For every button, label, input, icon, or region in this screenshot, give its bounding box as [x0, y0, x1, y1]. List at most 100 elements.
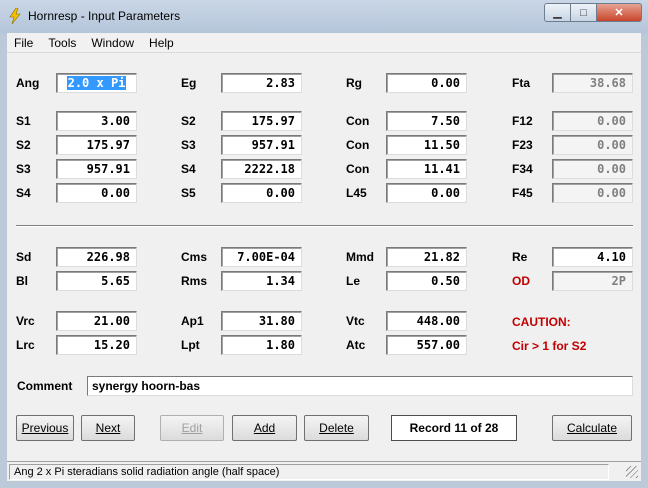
param-label-sd: Sd [16, 250, 32, 264]
resize-grip-icon[interactable] [626, 466, 638, 478]
param-input-lpt[interactable]: 1.80 [221, 335, 302, 355]
param-input-rg[interactable]: 0.00 [386, 73, 467, 93]
param-label-atc: Atc [346, 338, 366, 352]
status-text: Ang 2 x Pi steradians solid radiation an… [9, 464, 609, 480]
param-input-s4[interactable]: 2222.18 [221, 159, 302, 179]
param-input-od[interactable]: 2P [552, 271, 633, 291]
param-label-s5: S5 [181, 186, 196, 200]
menu-bar: File Tools Window Help [7, 33, 641, 53]
param-label-s4: S4 [16, 186, 31, 200]
param-label-lrc: Lrc [16, 338, 35, 352]
param-label-re: Re [512, 250, 528, 264]
menu-file[interactable]: File [7, 36, 41, 50]
param-label-s3: S3 [181, 138, 196, 152]
param-label-l45: L45 [346, 186, 367, 200]
maximize-button[interactable]: □ [571, 3, 597, 22]
hornresp-lightning-icon [9, 8, 21, 24]
param-label-con: Con [346, 114, 370, 128]
param-input-ang[interactable]: 2.0 x Pi [56, 73, 137, 93]
param-label-ap1: Ap1 [181, 314, 204, 328]
comment-label: Comment [17, 379, 73, 393]
record-indicator: Record 11 of 28 [391, 415, 517, 441]
param-input-f12[interactable]: 0.00 [552, 111, 633, 131]
param-input-con[interactable]: 11.50 [386, 135, 467, 155]
minimize-button[interactable]: ▁ [544, 3, 571, 22]
minimize-icon: ▁ [553, 7, 562, 19]
param-input-s1[interactable]: 3.00 [56, 111, 137, 131]
previous-button[interactable]: Previous [16, 415, 74, 441]
param-label-od: OD [512, 274, 530, 288]
param-input-re[interactable]: 4.10 [552, 247, 633, 267]
param-label-con: Con [346, 162, 370, 176]
param-input-s2[interactable]: 175.97 [221, 111, 302, 131]
param-input-fta[interactable]: 38.68 [552, 73, 633, 93]
maximize-icon: □ [580, 6, 587, 19]
param-input-bl[interactable]: 5.65 [56, 271, 137, 291]
param-label-f23: F23 [512, 138, 533, 152]
window-title: Hornresp - Input Parameters [28, 9, 181, 23]
param-label-ang: Ang [16, 76, 40, 90]
param-input-l45[interactable]: 0.00 [386, 183, 467, 203]
comment-input[interactable]: synergy hoorn-bas [87, 376, 633, 396]
title-bar[interactable]: Hornresp - Input Parameters ▁ □ ✕ [0, 0, 648, 34]
param-label-s1: S1 [16, 114, 31, 128]
input-parameters-panel: Ang 2.0 x Pi Eg 2.83 Rg 0.00 Fta 38.68 S1 3.00 S2 1… [7, 53, 641, 461]
param-label-s2: S2 [181, 114, 196, 128]
section-divider [16, 225, 633, 227]
param-label-s2: S2 [16, 138, 31, 152]
calculate-button[interactable]: Calculate [552, 415, 632, 441]
param-input-vrc[interactable]: 21.00 [56, 311, 137, 331]
param-input-f34[interactable]: 0.00 [552, 159, 633, 179]
param-input-con[interactable]: 7.50 [386, 111, 467, 131]
param-input-s3[interactable]: 957.91 [56, 159, 137, 179]
window-frame-bottom [0, 481, 648, 488]
next-button[interactable]: Next [81, 415, 135, 441]
close-button[interactable]: ✕ [597, 3, 642, 22]
param-input-vtc[interactable]: 448.00 [386, 311, 467, 331]
param-label-con: Con [346, 138, 370, 152]
param-label-eg: Eg [181, 76, 197, 90]
param-input-s5[interactable]: 0.00 [221, 183, 302, 203]
param-label-lpt: Lpt [181, 338, 200, 352]
param-input-f45[interactable]: 0.00 [552, 183, 633, 203]
add-button[interactable]: Add [232, 415, 297, 441]
param-label-f45: F45 [512, 186, 533, 200]
caution-title: CAUTION: [512, 315, 571, 329]
param-label-f34: F34 [512, 162, 533, 176]
param-input-cms[interactable]: 7.00E-04 [221, 247, 302, 267]
param-label-s4: S4 [181, 162, 196, 176]
window-controls: ▁ □ ✕ [544, 3, 642, 22]
param-input-f23[interactable]: 0.00 [552, 135, 633, 155]
edit-button[interactable]: Edit [160, 415, 224, 441]
caution-message: Cir > 1 for S2 [512, 339, 587, 353]
menu-tools[interactable]: Tools [41, 36, 84, 50]
param-label-vtc: Vtc [346, 314, 365, 328]
param-label-rms: Rms [181, 274, 208, 288]
param-input-con[interactable]: 11.41 [386, 159, 467, 179]
param-input-rms[interactable]: 1.34 [221, 271, 302, 291]
param-label-s3: S3 [16, 162, 31, 176]
param-label-f12: F12 [512, 114, 533, 128]
status-bar: Ang 2 x Pi steradians solid radiation an… [7, 461, 641, 481]
param-label-vrc: Vrc [16, 314, 35, 328]
param-label-rg: Rg [346, 76, 362, 90]
param-label-cms: Cms [181, 250, 208, 264]
delete-button[interactable]: Delete [304, 415, 369, 441]
param-input-sd[interactable]: 226.98 [56, 247, 137, 267]
param-label-fta: Fta [512, 76, 530, 90]
param-label-bl: Bl [16, 274, 28, 288]
param-input-s3[interactable]: 957.91 [221, 135, 302, 155]
param-label-le: Le [346, 274, 361, 288]
param-input-ap1[interactable]: 31.80 [221, 311, 302, 331]
param-input-s2[interactable]: 175.97 [56, 135, 137, 155]
param-input-lrc[interactable]: 15.20 [56, 335, 137, 355]
param-input-eg[interactable]: 2.83 [221, 73, 302, 93]
param-input-s4[interactable]: 0.00 [56, 183, 137, 203]
menu-help[interactable]: Help [142, 36, 182, 50]
menu-window[interactable]: Window [84, 36, 142, 50]
param-input-le[interactable]: 0.50 [386, 271, 467, 291]
param-input-mmd[interactable]: 21.82 [386, 247, 467, 267]
param-input-atc[interactable]: 557.00 [386, 335, 467, 355]
param-label-mmd: Mmd [346, 250, 374, 264]
close-icon: ✕ [614, 7, 624, 19]
